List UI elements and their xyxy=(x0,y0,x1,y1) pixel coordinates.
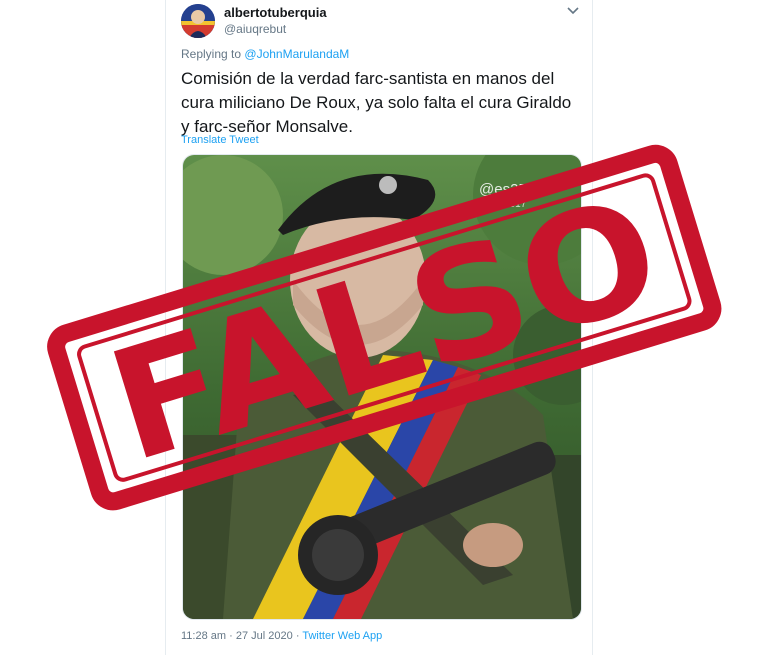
tweet-text: Comisión de la verdad farc-santista en m… xyxy=(181,69,572,136)
tweet-time[interactable]: 11:28 am xyxy=(181,630,226,642)
tweet-card: albertotuberquia @aiuqrebut Replying to … xyxy=(165,0,593,655)
tweet-date[interactable]: 27 Jul 2020 xyxy=(236,630,293,642)
tweet-timestamp: 11:28 am · 27 Jul 2020 · Twitter Web App xyxy=(181,630,382,642)
chevron-down-icon[interactable] xyxy=(565,6,581,18)
avatar[interactable] xyxy=(181,4,215,38)
author-block: albertotuberquia @aiuqrebut xyxy=(224,5,327,37)
tweet-media-photo[interactable]: @es2506 10 ... 2017 xyxy=(182,154,582,620)
tweet-source-link[interactable]: Twitter Web App xyxy=(302,630,382,642)
photo-watermark-handle: @es2506 xyxy=(479,181,544,198)
photo-watermark-date: 10 ... 2017 xyxy=(479,199,527,210)
reply-context: Replying to @JohnMarulandaM xyxy=(181,47,349,61)
meta-separator: · xyxy=(295,630,300,642)
photo-illustration xyxy=(183,155,581,619)
meta-separator: · xyxy=(229,630,233,642)
reply-mention-link[interactable]: @JohnMarulandaM xyxy=(244,47,349,61)
display-name[interactable]: albertotuberquia xyxy=(224,5,327,21)
reply-prefix: Replying to xyxy=(181,47,242,61)
user-handle[interactable]: @aiuqrebut xyxy=(224,21,327,37)
translate-tweet-link[interactable]: Translate Tweet xyxy=(181,134,259,146)
avatar-image xyxy=(181,4,215,38)
